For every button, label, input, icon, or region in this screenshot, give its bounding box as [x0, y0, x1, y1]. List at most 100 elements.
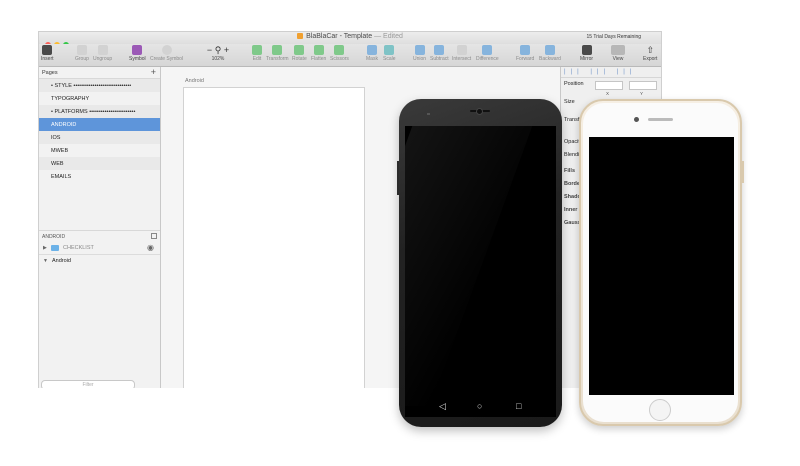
rotate-label: Rotate	[292, 56, 307, 62]
transform-icon	[272, 45, 283, 55]
iphone-mockup	[579, 99, 744, 426]
zoom-value: 102%	[211, 56, 225, 62]
home-icon[interactable]: ○	[477, 401, 482, 411]
page-item-style[interactable]: • STYLE ••••••••••••••••••••••••••••••	[39, 79, 160, 92]
edited-status: — Edited	[374, 33, 403, 40]
difference-icon	[482, 45, 493, 55]
transform-button[interactable]: Transform	[266, 45, 289, 62]
union-button[interactable]: Union	[413, 45, 426, 62]
flatten-icon	[313, 45, 324, 55]
export-button[interactable]: ⇧ Export	[643, 45, 657, 62]
position-y-field[interactable]	[629, 81, 657, 90]
recents-icon[interactable]: □	[516, 401, 521, 411]
zoom-control[interactable]: − ⚲ + 102%	[203, 45, 233, 62]
edit-label: Edit	[252, 56, 262, 62]
zoom-in-button[interactable]: +	[224, 45, 229, 55]
zoom-buttons: − ⚲ +	[203, 45, 233, 55]
export-icon: ⇧	[646, 45, 654, 55]
document-name: BlaBlaCar - Template	[306, 33, 373, 40]
layer-row-android[interactable]: ▼ Android	[39, 255, 160, 267]
insert-label: Insert	[41, 56, 54, 62]
group-button[interactable]: Group	[75, 45, 89, 62]
symbol-label: Symbol	[129, 56, 146, 62]
add-page-button[interactable]: +	[151, 67, 156, 77]
document-title: BlaBlaCar - Template — Edited	[39, 33, 661, 40]
disclosure-down-icon[interactable]: ▼	[43, 258, 48, 264]
layers-header: ANDROID	[39, 230, 160, 241]
union-label: Union	[413, 56, 427, 62]
iphone-front-camera	[634, 117, 639, 122]
layer-row-checklist[interactable]: ▶ CHECKLIST ◉	[39, 242, 160, 255]
edit-button[interactable]: Edit	[252, 45, 262, 62]
magnifier-icon: ⚲	[214, 45, 222, 55]
subtract-label: Subtract	[430, 56, 449, 62]
group-label: Group	[75, 56, 89, 62]
android-screen: ◁ ○ □	[405, 126, 556, 417]
mirror-icon	[581, 45, 592, 55]
y-axis-label: Y	[640, 91, 644, 96]
artboard-label[interactable]: Android	[185, 78, 204, 84]
title-bar: BlaBlaCar - Template — Edited 15 Trial D…	[39, 32, 661, 48]
document-icon	[297, 33, 304, 39]
scissors-icon	[334, 45, 345, 55]
forward-button[interactable]: Forward	[516, 45, 534, 62]
rotate-icon	[294, 45, 305, 55]
artboard[interactable]	[183, 87, 365, 388]
x-axis-label: X	[606, 91, 610, 96]
intersect-label: Intersect	[452, 56, 472, 62]
page-item-label: • STYLE ••••••••••••••••••••••••••••••	[51, 83, 132, 89]
view-label: View	[612, 56, 624, 62]
mirror-button[interactable]: Mirror	[580, 45, 593, 62]
subtract-button[interactable]: Subtract	[430, 45, 449, 62]
symbol-button[interactable]: Symbol	[129, 45, 146, 62]
alignment-bar[interactable]: ||| ||| |||	[561, 67, 661, 78]
sidebar: Pages + • STYLE ••••••••••••••••••••••••…	[39, 67, 161, 388]
sketch-window: BlaBlaCar - Template — Edited 15 Trial D…	[38, 31, 662, 388]
page-item-emails[interactable]: EMAILS	[39, 170, 160, 183]
difference-button[interactable]: Difference	[476, 45, 499, 62]
collapse-layers-button[interactable]	[151, 233, 157, 239]
page-item-typography[interactable]: TYPOGRAPHY	[39, 92, 160, 105]
android-phone-mockup: ◁ ○ □	[397, 99, 562, 427]
fills-label[interactable]: Fills	[564, 168, 575, 174]
disclosure-right-icon[interactable]: ▶	[43, 245, 47, 251]
iphone-face	[583, 103, 738, 422]
position-label: Position	[564, 81, 584, 87]
scissors-button[interactable]: Scissors	[330, 45, 349, 62]
forward-label: Forward	[516, 56, 535, 62]
android-led	[427, 113, 430, 115]
view-button[interactable]: View	[611, 45, 625, 62]
scale-button[interactable]: Scale	[383, 45, 396, 62]
layer-name: Android	[52, 258, 71, 264]
android-side-button	[397, 161, 399, 195]
flatten-button[interactable]: Flatten	[311, 45, 326, 62]
create-symbol-button[interactable]: Create Symbol	[150, 45, 183, 62]
edit-icon	[252, 45, 262, 55]
zoom-out-button[interactable]: −	[207, 45, 212, 55]
export-label: Export	[643, 56, 658, 62]
mask-label: Mask	[366, 56, 378, 62]
eye-icon[interactable]: ◉	[147, 243, 154, 252]
page-item-platforms[interactable]: • PLATFORMS ••••••••••••••••••••••••	[39, 105, 160, 118]
mask-icon	[366, 45, 377, 55]
rotate-button[interactable]: Rotate	[292, 45, 307, 62]
backward-button[interactable]: Backward	[539, 45, 561, 62]
mask-button[interactable]: Mask	[366, 45, 378, 62]
ungroup-label: Ungroup	[93, 56, 113, 62]
page-item-android[interactable]: ANDROID	[39, 118, 160, 131]
intersect-button[interactable]: Intersect	[452, 45, 471, 62]
page-item-ios[interactable]: IOS	[39, 131, 160, 144]
page-item-mweb[interactable]: MWEB	[39, 144, 160, 157]
scissors-label: Scissors	[330, 56, 349, 62]
ungroup-button[interactable]: Ungroup	[93, 45, 112, 62]
trial-badge[interactable]: 15 Trial Days Remaining	[587, 34, 641, 40]
position-x-field[interactable]	[595, 81, 623, 90]
page-item-web[interactable]: WEB	[39, 157, 160, 170]
insert-button[interactable]: Insert	[41, 45, 54, 62]
pages-title: Pages	[42, 70, 58, 76]
size-label: Size	[564, 99, 575, 105]
scale-label: Scale	[383, 56, 396, 62]
back-icon[interactable]: ◁	[439, 401, 446, 412]
filter-input[interactable]: Filter	[41, 380, 135, 388]
subtract-icon	[434, 45, 445, 55]
